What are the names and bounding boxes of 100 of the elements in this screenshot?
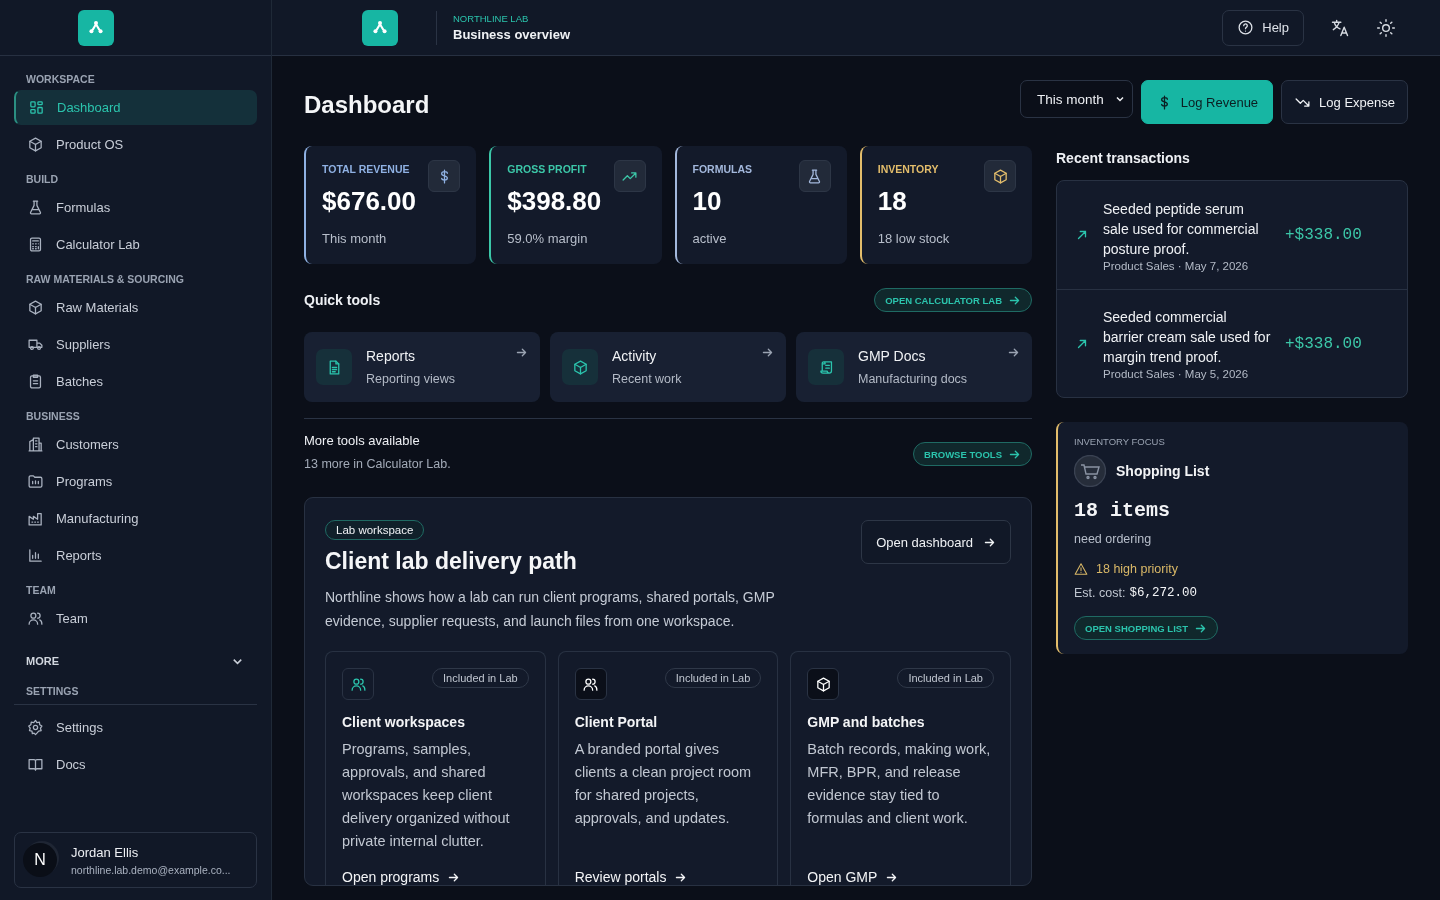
feature-card-title: Client Portal: [574, 714, 659, 730]
nav-item[interactable]: Manufacturing: [14, 501, 257, 536]
stat-value: $398.80: [507, 186, 603, 217]
chart-icon: [27, 547, 44, 564]
nav-item[interactable]: Formulas: [14, 190, 257, 225]
tool-card[interactable]: GMP Docs Manufacturing docs: [796, 332, 1032, 402]
open-dashboard-button[interactable]: Open dashboard: [861, 520, 1011, 564]
more-toggle[interactable]: MORE: [14, 646, 257, 676]
page-title: Dashboard: [304, 90, 431, 120]
tool-card[interactable]: Reports Reporting views: [304, 332, 540, 402]
nav-item[interactable]: Dashboard: [14, 90, 257, 125]
feature-description: Northline shows how a lab can run client programs, shared portals, GMP evidence, supplier requests, and launch files from one workspace.: [325, 588, 776, 631]
header-title: Business overview: [453, 27, 571, 42]
arrow-icon: [1007, 346, 1020, 359]
feature-card-title: GMP and batches: [807, 714, 926, 730]
transaction-amount: +$338.00: [1285, 334, 1362, 353]
arrow-up-right-icon: [1075, 228, 1089, 242]
tool-subtitle: Reporting views: [366, 372, 455, 386]
tool-title: Reports: [366, 348, 417, 364]
stat-note: 18 low stock: [877, 231, 951, 246]
nav-item[interactable]: Product OS: [14, 127, 257, 162]
nav-item[interactable]: Calculator Lab: [14, 227, 257, 262]
browse-tools-button[interactable]: BROWSE TOOLS: [913, 442, 1032, 466]
transaction-description: Seeded commercial barrier cream sale used for margin trend proof.: [1103, 308, 1271, 367]
box-icon: [27, 299, 44, 316]
nav-item[interactable]: Suppliers: [14, 327, 257, 362]
section-heading: RAW MATERIALS & SOURCING: [25, 272, 185, 287]
help-button[interactable]: Help: [1222, 9, 1304, 46]
transaction-meta: Product Sales · May 7, 2026: [1103, 259, 1250, 272]
nav-item[interactable]: Team: [14, 601, 257, 636]
card-title: Shopping List: [1116, 463, 1210, 479]
transaction-description: Seeded peptide serum sale used for commercial posture proof.: [1103, 199, 1260, 259]
cost-value: $6,272.00: [1129, 586, 1197, 600]
box-icon: [571, 358, 589, 376]
nav-item[interactable]: Customers: [14, 427, 257, 462]
tool-title: GMP Docs: [858, 348, 927, 364]
user-card[interactable]: N Jordan Ellis northline.lab.demo@example.co...: [14, 832, 257, 888]
transaction-amount: +$338.00: [1285, 226, 1362, 244]
feature-card-description: Programs, samples, approvals, and shared workspaces keep client delivery organized without private internal clutter.: [342, 740, 511, 851]
more-tools-title: More tools available: [304, 433, 421, 448]
app-logo[interactable]: [78, 9, 114, 46]
more-tools-subtitle: 13 more in Calculator Lab.: [304, 457, 451, 471]
priority-note: 18 high priority: [1096, 562, 1178, 576]
stat-label: GROSS PROFIT: [507, 163, 587, 175]
period-select[interactable]: This month: [1019, 80, 1133, 118]
box-icon: [991, 167, 1009, 185]
stat-value: 10: [692, 186, 723, 217]
feature-title: Client lab delivery path: [325, 548, 577, 575]
feature-badge: Lab workspace: [325, 520, 425, 540]
open-shopping-list-button[interactable]: OPEN SHOPPING LIST: [1074, 616, 1218, 640]
count-note: need ordering: [1074, 532, 1153, 546]
app-logo[interactable]: [362, 9, 398, 46]
sun-icon[interactable]: [1376, 17, 1396, 38]
section-heading: SETTINGS: [14, 680, 257, 705]
section-title: Quick tools: [304, 292, 381, 308]
book-icon: [27, 756, 44, 773]
translate-icon[interactable]: [1330, 17, 1350, 38]
grid-icon: [28, 99, 45, 116]
section-heading: BUSINESS: [25, 409, 81, 424]
box-icon: [814, 675, 832, 693]
nav-item[interactable]: Batches: [14, 364, 257, 399]
stat-label: INVENTORY: [877, 163, 939, 175]
section-title: Recent transactions: [1056, 150, 1191, 166]
factory-icon: [27, 510, 44, 527]
tool-subtitle: Manufacturing docs: [858, 372, 968, 386]
calculator-icon: [27, 236, 44, 253]
log-revenue-button[interactable]: Log Revenue: [1140, 80, 1274, 124]
feature-card-link[interactable]: Review portals: [574, 869, 688, 885]
stat-label: TOTAL REVENUE: [322, 163, 410, 175]
transaction-meta: Product Sales · May 5, 2026: [1103, 368, 1250, 380]
arrow-icon: [515, 346, 528, 359]
stat-note: This month: [322, 231, 388, 246]
stat-value: $676.00: [322, 186, 417, 217]
org-name: NORTHLINE LAB: [453, 13, 530, 24]
tool-card[interactable]: Activity Recent work: [550, 332, 786, 402]
feature-card-link[interactable]: Open GMP: [807, 869, 899, 885]
nav-item[interactable]: Reports: [14, 538, 257, 573]
users-icon: [27, 610, 44, 627]
nav-item[interactable]: Settings: [14, 710, 257, 745]
open-calculator-lab-button[interactable]: OPEN CALCULATOR LAB: [874, 288, 1032, 312]
building-icon: [27, 436, 44, 453]
feature-card-link[interactable]: Open programs: [342, 869, 461, 885]
arrow-icon: [761, 346, 774, 359]
flask-icon: [27, 199, 44, 216]
nav-item[interactable]: Raw Materials: [14, 290, 257, 325]
user-avatar: N: [23, 843, 57, 877]
warning-icon: [1074, 562, 1088, 576]
clipboard-icon: [27, 373, 44, 390]
cost-label: Est. cost:: [1074, 586, 1126, 600]
scroll-icon: [817, 358, 835, 376]
log-expense-button[interactable]: Log Expense: [1281, 80, 1408, 124]
nav-item[interactable]: Programs: [14, 464, 257, 499]
stat-label: FORMULAS: [692, 163, 752, 175]
section-heading: TEAM: [25, 583, 57, 598]
box-icon: [27, 136, 44, 153]
nav-item[interactable]: Docs: [14, 747, 257, 782]
feature-card-description: Batch records, making work, MFR, BPR, and release evidence stay tied to formulas and client work.: [807, 740, 992, 828]
tool-title: Activity: [612, 348, 658, 364]
user-name: Jordan Ellis: [71, 844, 140, 860]
tool-subtitle: Recent work: [612, 372, 682, 386]
